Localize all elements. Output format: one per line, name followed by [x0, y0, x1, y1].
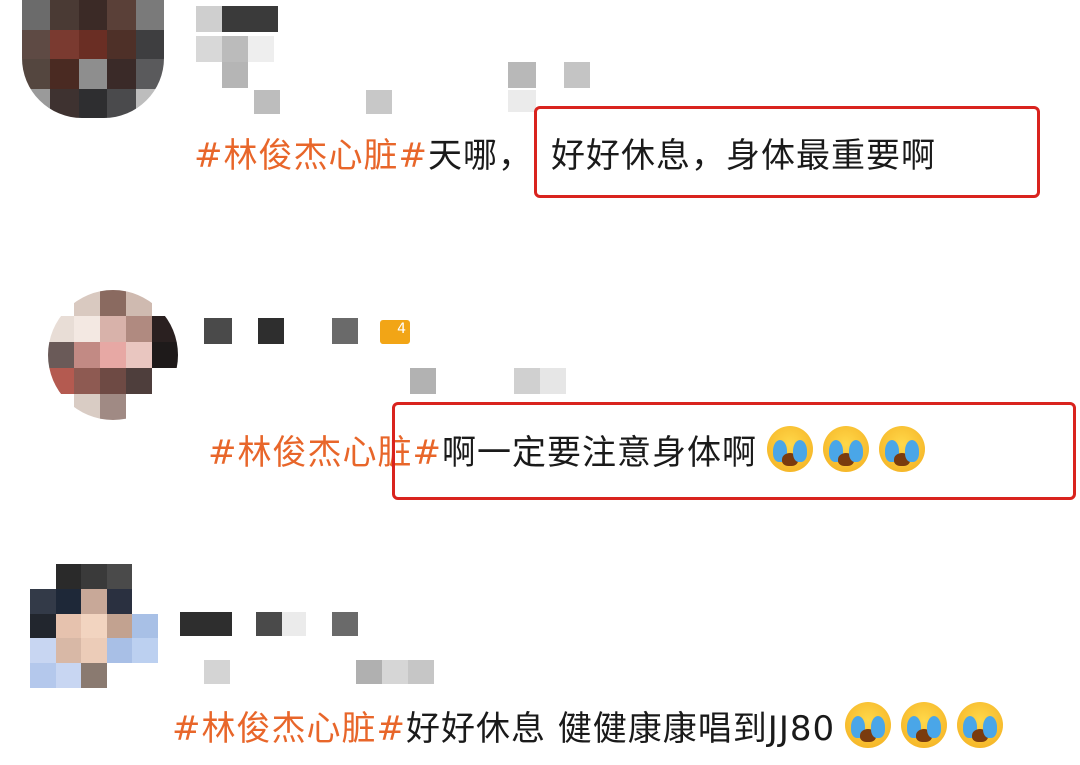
comment-body-text: 好好休息 健健康康唱到JJ80 — [405, 709, 836, 749]
crying-face-icon — [957, 702, 1004, 748]
comment-item: #林俊杰心脏#好好休息 健健康康唱到JJ80 — [0, 0, 1080, 765]
comment-text: #林俊杰心脏#好好休息 健健康康唱到JJ80 — [172, 702, 1004, 749]
avatar[interactable] — [30, 564, 158, 688]
meta-mosaic — [356, 660, 434, 684]
username-mosaic[interactable] — [180, 612, 358, 636]
crying-face-icon — [845, 702, 892, 748]
hashtag-link[interactable]: #林俊杰心脏# — [172, 709, 406, 749]
crying-face-icon — [901, 702, 948, 748]
meta-mosaic — [204, 660, 230, 684]
